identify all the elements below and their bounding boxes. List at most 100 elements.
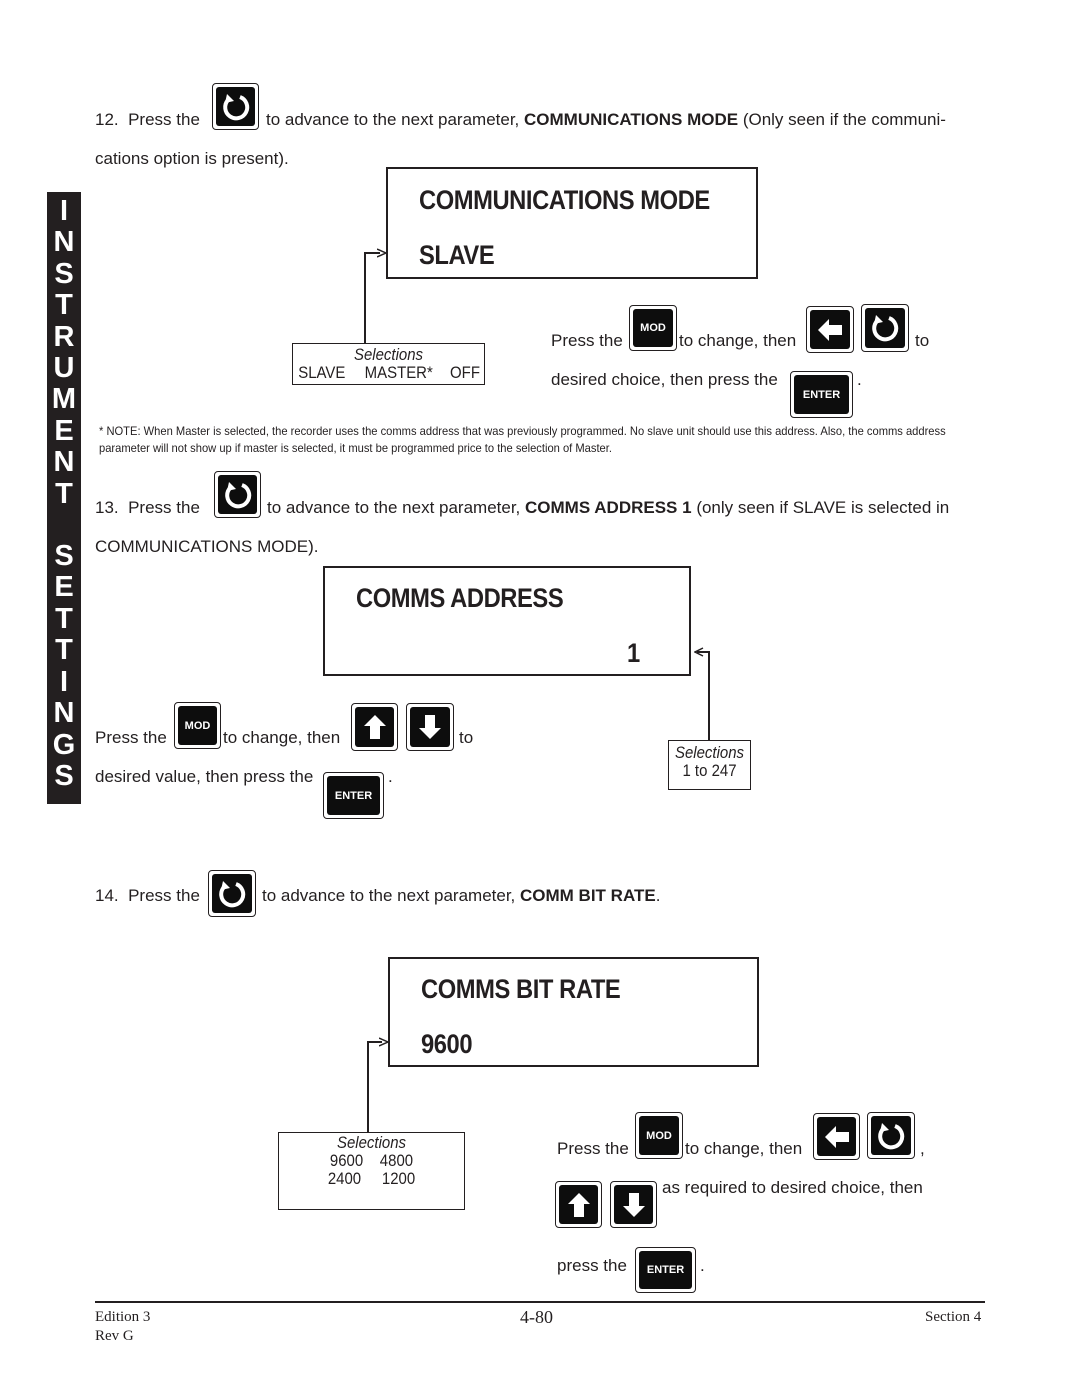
param-name: COMM BIT RATE xyxy=(520,886,656,905)
enter-label: ENTER xyxy=(802,388,841,401)
scroll-key[interactable] xyxy=(208,870,256,917)
to-change-text: to change, then xyxy=(679,331,797,350)
side-tab-letter: N xyxy=(53,697,75,730)
scroll-key[interactable] xyxy=(861,304,909,352)
selections-title: Selections xyxy=(353,345,424,364)
enter-label: ENTER xyxy=(646,1264,685,1276)
mod-key[interactable]: MOD xyxy=(174,702,221,749)
left-arrow-icon xyxy=(824,1125,849,1148)
step-12-line1: 12. Press the xyxy=(95,110,200,130)
up-arrow-key[interactable] xyxy=(351,703,398,751)
enter-label: ENTER xyxy=(334,789,373,802)
step-number: 12. xyxy=(95,110,119,129)
left-arrow-key[interactable] xyxy=(806,306,854,353)
scroll-cycle-icon xyxy=(219,880,246,907)
condition-text: (only seen if SLAVE is selected in xyxy=(696,498,950,517)
scroll-key[interactable] xyxy=(212,83,259,130)
step-13-line2: COMMUNICATIONS MODE). xyxy=(95,537,319,556)
up-arrow-key[interactable] xyxy=(555,1181,602,1228)
side-tab-letter: I xyxy=(59,195,69,227)
arrow-head-icon xyxy=(377,248,387,258)
note-line-1: * NOTE: When Master is selected, the rec… xyxy=(99,424,946,438)
side-tab-letter: U xyxy=(53,352,75,385)
selections-box: Selections 1 to 247 xyxy=(668,740,751,790)
side-tab-letter: M xyxy=(51,383,77,416)
period: . xyxy=(857,370,862,389)
down-arrow-icon xyxy=(419,715,441,739)
down-arrow-key[interactable] xyxy=(610,1181,657,1228)
param-name: COMMUNICATIONS MODE xyxy=(524,110,739,129)
left-arrow-key[interactable] xyxy=(813,1113,860,1160)
selections-box: Selections 9600 4800 2400 1200 xyxy=(278,1132,465,1210)
selections-title: Selections xyxy=(674,743,745,762)
display-value: SLAVE xyxy=(419,240,495,270)
side-tab-letter: T xyxy=(55,634,73,667)
step-13-line1: 13. Press the xyxy=(95,498,200,518)
display-title: COMMS BIT RATE xyxy=(421,974,621,1004)
option-slave: SLAVE xyxy=(298,363,346,382)
display-value: 9600 xyxy=(421,1029,473,1059)
scroll-cycle-icon xyxy=(224,481,251,508)
period: . xyxy=(700,1256,705,1275)
side-tab-letter: G xyxy=(52,728,76,761)
down-arrow-icon xyxy=(622,1192,645,1217)
section-side-tab: INSTRUMENTSETTINGS xyxy=(47,192,81,804)
scroll-key[interactable] xyxy=(867,1112,915,1159)
arrow-head-icon xyxy=(694,647,704,657)
period: . xyxy=(655,886,661,905)
step-14-text: to advance to the next parameter, COMM B… xyxy=(262,886,660,906)
footer-rev: Rev G xyxy=(95,1328,134,1344)
mod-key[interactable]: MOD xyxy=(635,1112,683,1159)
enter-key[interactable]: ENTER xyxy=(790,371,853,418)
side-tab-letter: E xyxy=(54,414,74,447)
press-the-text: press the xyxy=(557,1256,627,1275)
scroll-cycle-icon xyxy=(872,315,899,342)
mod-label: MOD xyxy=(640,322,666,334)
side-tab-letter: R xyxy=(53,320,75,353)
selections-row-1: 9600 4800 xyxy=(329,1151,414,1170)
footer-page-number: 4-80 xyxy=(520,1307,553,1327)
arrow-head-icon xyxy=(379,1037,389,1047)
side-tab-letter: E xyxy=(54,571,74,604)
step-13-text: to advance to the next parameter, COMMS … xyxy=(267,498,949,518)
desired-value-text: desired value, then press the xyxy=(95,767,314,786)
to-text: to xyxy=(915,331,930,350)
display-value: 1 xyxy=(627,638,640,668)
advance-text: to advance to the next parameter, xyxy=(262,886,516,905)
side-tab-letter: S xyxy=(54,257,74,290)
selections-box: Selections SLAVE MASTER* OFF xyxy=(292,343,485,385)
step-number: 14. xyxy=(95,886,119,905)
display-title: COMMS ADDRESS xyxy=(356,583,564,613)
up-arrow-icon xyxy=(567,1192,590,1217)
mod-key[interactable]: MOD xyxy=(629,305,677,351)
param-name: COMMS ADDRESS 1 xyxy=(525,498,692,517)
note-line-2: parameter will not show up if master is … xyxy=(99,441,612,455)
side-tab-letter: T xyxy=(55,602,73,635)
press-the-text: Press the xyxy=(128,886,200,905)
to-text: to xyxy=(459,728,474,747)
display-title: COMMUNICATIONS MODE xyxy=(419,185,710,215)
press-the-text: Press the xyxy=(128,498,200,517)
press-the-text: Press the xyxy=(557,1139,629,1158)
footer-edition: Edition 3 xyxy=(95,1309,151,1325)
desired-choice-text: desired choice, then press the xyxy=(551,370,778,389)
connector-line xyxy=(364,252,366,343)
display-comms-bit-rate: COMMS BIT RATE 9600 xyxy=(388,957,759,1067)
to-change-text: to change, then xyxy=(223,728,341,747)
connector-line xyxy=(367,1041,369,1132)
option-off: OFF xyxy=(450,363,480,382)
scroll-key[interactable] xyxy=(214,471,261,518)
option-master: MASTER* xyxy=(364,363,433,382)
scroll-cycle-icon xyxy=(878,1122,905,1149)
comma: , xyxy=(920,1139,925,1158)
enter-key[interactable]: ENTER xyxy=(635,1247,696,1293)
enter-key[interactable]: ENTER xyxy=(323,772,384,819)
down-arrow-key[interactable] xyxy=(406,703,454,751)
condition-text: (Only seen if the communi- xyxy=(742,110,946,129)
display-comms-address: COMMS ADDRESS 1 xyxy=(323,566,691,676)
side-tab-letter: T xyxy=(55,477,73,510)
step-12-text: to advance to the next parameter, COMMUN… xyxy=(266,110,946,130)
connector-line xyxy=(708,651,710,740)
selections-title: Selections xyxy=(336,1133,407,1152)
selections-range: 1 to 247 xyxy=(682,761,737,780)
